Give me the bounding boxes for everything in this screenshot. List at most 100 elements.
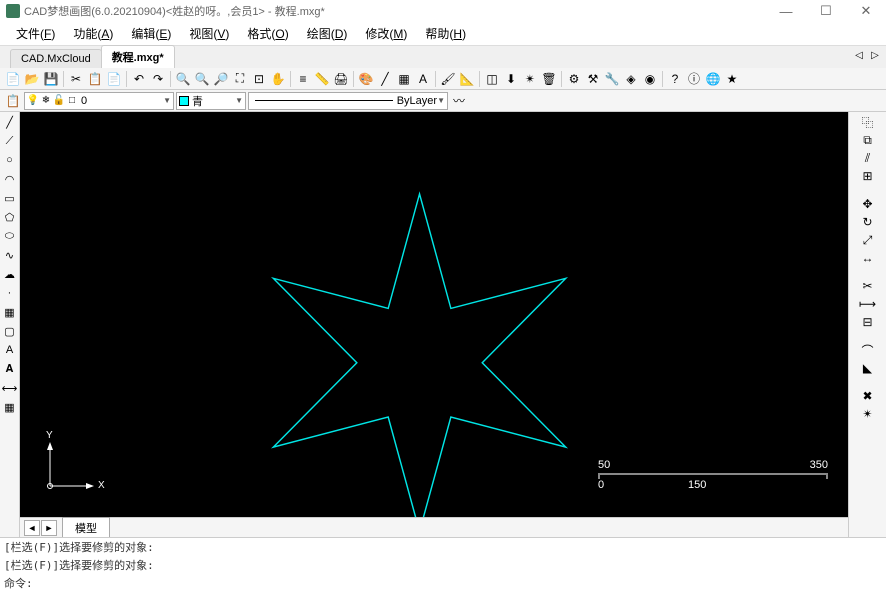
rotate-tool-icon[interactable]: ↻ bbox=[859, 214, 877, 230]
block-icon[interactable]: ◫ bbox=[483, 70, 501, 88]
polygon-tool-icon[interactable]: ⬠ bbox=[2, 209, 18, 225]
canvas-area: X Y 50 350 0 150 ◄ ► 模型 bbox=[20, 112, 848, 537]
match-icon[interactable]: 🖌 bbox=[439, 70, 457, 88]
open-icon[interactable]: 📂 bbox=[23, 70, 41, 88]
tool1-icon[interactable]: ⚙ bbox=[565, 70, 583, 88]
tool4-icon[interactable]: ◈ bbox=[622, 70, 640, 88]
hatch-tool-icon[interactable]: ▦ bbox=[2, 304, 18, 320]
explode-icon[interactable]: ✴ bbox=[521, 70, 539, 88]
menu-h[interactable]: 帮助(H) bbox=[417, 22, 474, 45]
zoom-window-icon[interactable]: ⛶ bbox=[231, 70, 249, 88]
menu-v[interactable]: 视图(V) bbox=[181, 22, 237, 45]
print-icon[interactable]: 🖨 bbox=[332, 70, 350, 88]
doc-tab[interactable]: CAD.MxCloud bbox=[10, 49, 102, 68]
scale-tool-icon[interactable]: ⤢ bbox=[859, 232, 877, 248]
redo-icon[interactable]: ↷ bbox=[149, 70, 167, 88]
copy-tool-icon[interactable]: ⿻ bbox=[859, 114, 877, 130]
ellipse-tool-icon[interactable]: ⬭ bbox=[2, 228, 18, 244]
close-button[interactable]: ✕ bbox=[846, 0, 886, 22]
text-icon[interactable]: A bbox=[414, 70, 432, 88]
copy-icon[interactable]: 📋 bbox=[86, 70, 104, 88]
menu-d[interactable]: 绘图(D) bbox=[299, 22, 356, 45]
color-icon[interactable]: 🎨 bbox=[357, 70, 375, 88]
point-tool-icon[interactable]: · bbox=[2, 285, 18, 301]
lineweight-icon[interactable]: 〰 bbox=[450, 92, 468, 110]
region-tool-icon[interactable]: ▢ bbox=[2, 323, 18, 339]
tool2-icon[interactable]: ⚒ bbox=[584, 70, 602, 88]
layer-icon[interactable]: ≡ bbox=[294, 70, 312, 88]
line-icon[interactable]: ╱ bbox=[376, 70, 394, 88]
help2-icon[interactable]: ⓘ bbox=[685, 70, 703, 88]
doc-tab-prev[interactable]: ◁ bbox=[852, 48, 866, 62]
drawing-canvas[interactable]: X Y 50 350 0 150 bbox=[20, 112, 848, 517]
extend-tool-icon[interactable]: ⟼ bbox=[859, 296, 877, 312]
find-icon[interactable]: 🔍 bbox=[174, 70, 192, 88]
text-a-tool-icon[interactable]: A bbox=[2, 342, 18, 358]
chamfer-tool-icon[interactable]: ◣ bbox=[859, 360, 877, 376]
menu-e[interactable]: 编辑(E) bbox=[123, 22, 179, 45]
menu-f[interactable]: 文件(F) bbox=[8, 22, 63, 45]
command-input-line: 命令: bbox=[0, 574, 886, 592]
toolbar-separator bbox=[170, 71, 171, 87]
cut-icon[interactable]: ✂ bbox=[67, 70, 85, 88]
move-tool-icon[interactable]: ✥ bbox=[859, 196, 877, 212]
draw-toolbar: ╱ ⟋ ○ ◠ ▭ ⬠ ⬭ ∿ ☁ · ▦ ▢ A𝐀 ⟷ ▦ bbox=[0, 112, 20, 537]
save-icon[interactable]: 💾 bbox=[42, 70, 60, 88]
model-tab[interactable]: 模型 bbox=[62, 517, 110, 539]
undo-icon[interactable]: ↶ bbox=[130, 70, 148, 88]
offset-tool-icon[interactable]: ⫽ bbox=[859, 150, 877, 166]
zoom-out-icon[interactable]: 🔎 bbox=[212, 70, 230, 88]
layer-manager-icon[interactable]: 📋 bbox=[4, 92, 22, 110]
table-tool-icon[interactable]: ▦ bbox=[2, 399, 18, 415]
insert-icon[interactable]: ⬇ bbox=[502, 70, 520, 88]
tool3-icon[interactable]: 🔧 bbox=[603, 70, 621, 88]
command-history-line: [栏选(F)]选择要修剪的对象: bbox=[0, 538, 886, 556]
dim-icon[interactable]: 📏 bbox=[313, 70, 331, 88]
doc-tab[interactable]: 教程.mxg* bbox=[101, 45, 175, 68]
color-combo[interactable]: 青 ▼ bbox=[176, 92, 246, 110]
layer-state-icons: 💡 ❄ 🔓 □ bbox=[27, 95, 78, 107]
help4-icon[interactable]: ★ bbox=[723, 70, 741, 88]
layer-combo[interactable]: 💡 ❄ 🔓 □ 0 ▼ bbox=[24, 92, 174, 110]
trim-tool-icon[interactable]: ✂ bbox=[859, 278, 877, 294]
explode-tool-icon[interactable]: ✴ bbox=[859, 406, 877, 422]
rect-tool-icon[interactable]: ▭ bbox=[2, 190, 18, 206]
zoom-in-icon[interactable]: 🔍 bbox=[193, 70, 211, 88]
doc-tab-next[interactable]: ▷ bbox=[868, 48, 882, 62]
maximize-button[interactable]: ☐ bbox=[806, 0, 846, 22]
help3-icon[interactable]: 🌐 bbox=[704, 70, 722, 88]
cloud-tool-icon[interactable]: ☁ bbox=[2, 266, 18, 282]
menu-a[interactable]: 功能(A) bbox=[65, 22, 121, 45]
zoom-extents-icon[interactable]: ⊡ bbox=[250, 70, 268, 88]
model-tab-next[interactable]: ► bbox=[41, 520, 57, 536]
toolbar-separator bbox=[353, 71, 354, 87]
array-tool-icon[interactable]: ⊞ bbox=[859, 168, 877, 184]
toolbar-separator bbox=[126, 71, 127, 87]
stretch-tool-icon[interactable]: ↔ bbox=[859, 250, 877, 266]
menu-o[interactable]: 格式(O) bbox=[239, 22, 296, 45]
erase-tool-icon[interactable]: ✖ bbox=[859, 388, 877, 404]
dim-tool-icon[interactable]: ⟷ bbox=[2, 380, 18, 396]
purge-icon[interactable]: 🗑 bbox=[540, 70, 558, 88]
spline-tool-icon[interactable]: ∿ bbox=[2, 247, 18, 263]
measure-icon[interactable]: 📐 bbox=[458, 70, 476, 88]
model-tab-prev[interactable]: ◄ bbox=[24, 520, 40, 536]
fillet-tool-icon[interactable]: ⌒ bbox=[859, 342, 877, 358]
circle-tool-icon[interactable]: ○ bbox=[2, 152, 18, 168]
mirror-tool-icon[interactable]: ⧉ bbox=[859, 132, 877, 148]
linetype-combo[interactable]: ByLayer ▼ bbox=[248, 92, 448, 110]
minimize-button[interactable]: — bbox=[766, 0, 806, 22]
pline-tool-icon[interactable]: ⟋ bbox=[2, 133, 18, 149]
line-tool-icon[interactable]: ╱ bbox=[2, 114, 18, 130]
break-tool-icon[interactable]: ⊟ bbox=[859, 314, 877, 330]
hatch-icon[interactable]: ▦ bbox=[395, 70, 413, 88]
menu-m[interactable]: 修改(M) bbox=[357, 22, 415, 45]
pan-icon[interactable]: ✋ bbox=[269, 70, 287, 88]
tool5-icon[interactable]: ◉ bbox=[641, 70, 659, 88]
help1-icon[interactable]: ? bbox=[666, 70, 684, 88]
mtext-tool-icon[interactable]: 𝐀 bbox=[2, 361, 18, 377]
command-input[interactable] bbox=[35, 575, 882, 591]
arc-tool-icon[interactable]: ◠ bbox=[2, 171, 18, 187]
new-icon[interactable]: 📄 bbox=[4, 70, 22, 88]
paste-icon[interactable]: 📄 bbox=[105, 70, 123, 88]
